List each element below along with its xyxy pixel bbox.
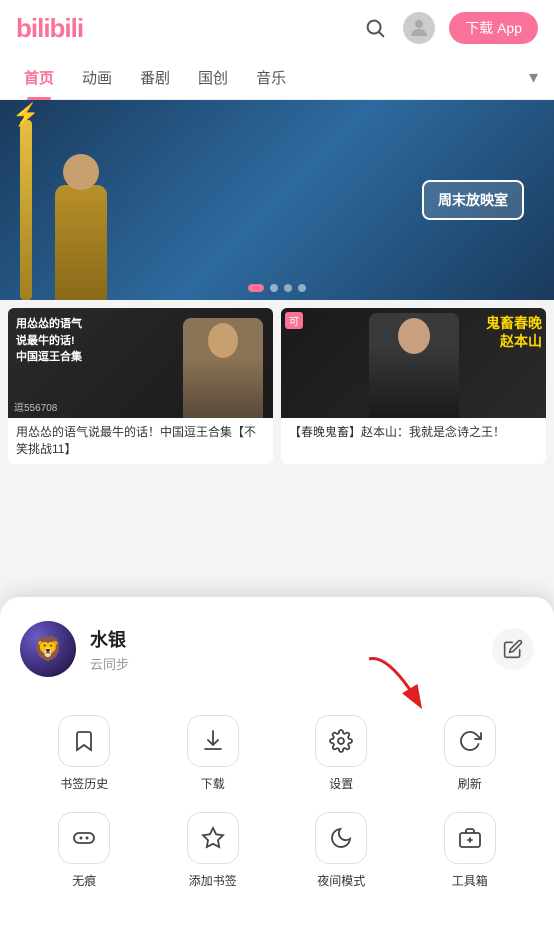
video-title-2: 【春晚鬼畜】赵本山：我就是念诗之王！ <box>281 418 546 447</box>
nav-tab-drama[interactable]: 番剧 <box>126 56 184 100</box>
dot-2[interactable] <box>270 284 278 292</box>
bookmark-history-item[interactable]: 书签历史 <box>20 705 149 802</box>
search-button[interactable] <box>361 14 389 42</box>
person-2-head <box>398 318 430 354</box>
header: bilibili 下载 App <box>0 0 554 56</box>
user-name: 水银 <box>90 626 129 652</box>
toolbox-label: 工具箱 <box>452 872 488 889</box>
download-app-button[interactable]: 下载 App <box>449 12 538 44</box>
download-label: 下载 <box>201 775 225 792</box>
nav-tabs: 首页 动画 番剧 国创 音乐 ▾ <box>0 56 554 100</box>
user-subtitle: 云同步 <box>90 654 129 673</box>
trident-staff: ⚡ <box>20 120 32 300</box>
download-item[interactable]: 下载 <box>149 705 278 802</box>
edit-profile-button[interactable] <box>492 628 534 670</box>
user-avatar-header[interactable] <box>403 12 435 44</box>
nav-tab-home[interactable]: 首页 <box>10 56 68 100</box>
video-thumb-2: 可 鬼畜春晚赵本山 <box>281 308 546 418</box>
user-text: 水银 云同步 <box>90 626 129 673</box>
add-bookmark-icon <box>187 812 239 864</box>
settings-item[interactable]: 设置 <box>277 705 406 802</box>
add-bookmark-item[interactable]: 添加书签 <box>149 802 278 899</box>
bookmark-history-icon <box>58 715 110 767</box>
header-right: 下载 App <box>361 12 538 44</box>
character-figure <box>55 185 107 300</box>
incognito-label: 无痕 <box>72 872 96 889</box>
char-head <box>63 154 99 190</box>
user-avatar: 🦁 <box>20 621 76 677</box>
trident-top: ⚡ <box>12 102 39 128</box>
video-yellow-text-2: 鬼畜春晚赵本山 <box>486 314 542 350</box>
bookmark-history-label: 书签历史 <box>60 775 108 792</box>
nav-more-button[interactable]: ▾ <box>523 67 544 88</box>
night-mode-icon <box>315 812 367 864</box>
toolbox-item[interactable]: 工具箱 <box>406 802 535 899</box>
person-figure-2 <box>369 313 459 418</box>
nav-tab-animation[interactable]: 动画 <box>68 56 126 100</box>
add-bookmark-label: 添加书签 <box>189 872 237 889</box>
play-count-1: 逗556708 <box>14 399 57 414</box>
bilibili-logo: bilibili <box>16 13 83 44</box>
toolbox-icon <box>444 812 496 864</box>
person-figure-1 <box>183 318 263 418</box>
night-mode-item[interactable]: 夜间模式 <box>277 802 406 899</box>
banner-content: ⚡ 周末放映室 <box>0 100 554 300</box>
download-icon <box>187 715 239 767</box>
settings-label: 设置 <box>329 775 353 792</box>
avatar-emoji: 🦁 <box>33 635 63 664</box>
video-overlay-text-1: 用怂怂的语气说最牛的话!中国逗王合集 <box>16 316 82 366</box>
refresh-label: 刷新 <box>458 775 482 792</box>
banner-dots <box>248 284 306 292</box>
refresh-icon <box>444 715 496 767</box>
person-1-head <box>208 323 238 358</box>
refresh-item[interactable]: 刷新 <box>406 705 535 802</box>
nav-tab-music[interactable]: 音乐 <box>242 56 300 100</box>
video-badge-2: 可 <box>285 312 303 329</box>
menu-grid-row2: 无痕 添加书签 夜间模式 <box>20 802 534 899</box>
cinema-label: 周末放映室 <box>422 180 524 220</box>
dot-3[interactable] <box>284 284 292 292</box>
video-thumb-1: 用怂怂的语气说最牛的话!中国逗王合集 逗556708 <box>8 308 273 418</box>
incognito-item[interactable]: 无痕 <box>20 802 149 899</box>
settings-icon <box>315 715 367 767</box>
video-grid: 用怂怂的语气说最牛的话!中国逗王合集 逗556708 用怂怂的语气说最牛的话！中… <box>0 300 554 472</box>
char-body <box>55 185 107 300</box>
user-info: 🦁 水银 云同步 <box>20 621 129 677</box>
dot-4[interactable] <box>298 284 306 292</box>
user-row: 🦁 水银 云同步 <box>20 621 534 677</box>
incognito-icon <box>58 812 110 864</box>
video-card-1[interactable]: 用怂怂的语气说最牛的话!中国逗王合集 逗556708 用怂怂的语气说最牛的话！中… <box>8 308 273 464</box>
bottom-sheet: 🦁 水银 云同步 书签历史 <box>0 597 554 929</box>
video-card-2[interactable]: 可 鬼畜春晚赵本山 【春晚鬼畜】赵本山：我就是念诗之王！ <box>281 308 546 464</box>
nav-tab-original[interactable]: 国创 <box>184 56 242 100</box>
banner[interactable]: ⚡ 周末放映室 <box>0 100 554 300</box>
video-title-1: 用怂怂的语气说最牛的话！中国逗王合集【不笑挑战11】 <box>8 418 273 464</box>
menu-grid-row1: 书签历史 下载 设置 <box>20 705 534 802</box>
cinema-text: 周末放映室 <box>438 192 508 208</box>
night-mode-label: 夜间模式 <box>317 872 365 889</box>
dot-1[interactable] <box>248 284 264 292</box>
